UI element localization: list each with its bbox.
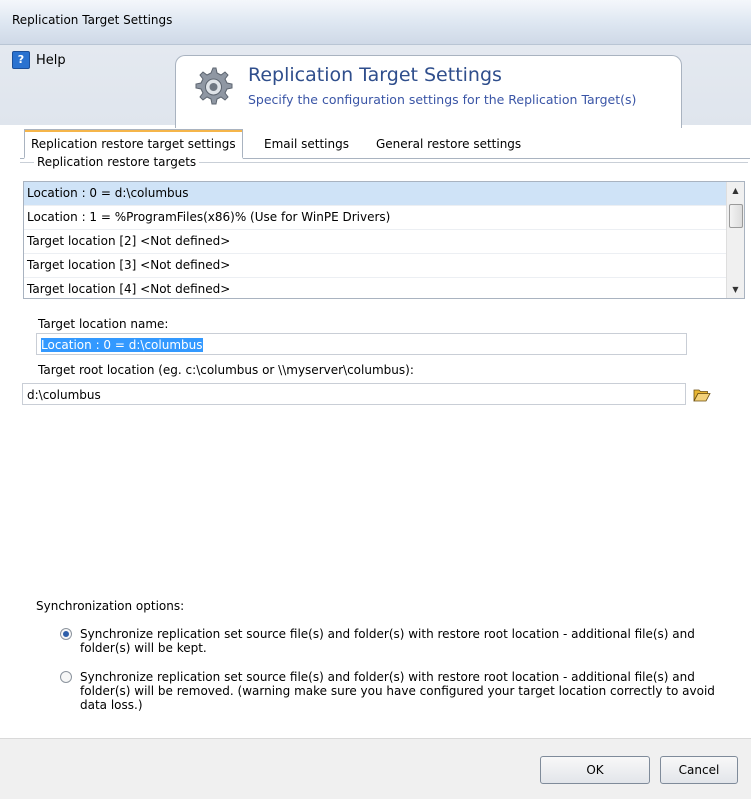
folder-open-icon[interactable] xyxy=(693,387,711,402)
sync-option-keep[interactable]: Synchronize replication set source file(… xyxy=(60,627,730,655)
title-bar: Replication Target Settings xyxy=(0,0,751,45)
dialog-footer: OK Cancel xyxy=(0,738,751,799)
target-root-location-input[interactable]: d:\columbus xyxy=(22,383,686,405)
header-subtitle: Specify the configuration settings for t… xyxy=(248,92,637,107)
list-item[interactable]: Location : 0 = d:\columbus xyxy=(24,182,744,206)
target-root-location-label: Target root location (eg. c:\columbus or… xyxy=(38,363,414,377)
header-panel: ? Help Replication Target Settings Speci… xyxy=(0,45,751,128)
target-location-name-value: Location : 0 = d:\columbus xyxy=(41,338,203,352)
ok-button[interactable]: OK xyxy=(540,756,650,784)
sync-options-label: Synchronization options: xyxy=(36,599,185,613)
scroll-down-arrow-icon[interactable]: ▼ xyxy=(727,281,744,298)
help-button[interactable]: ? Help xyxy=(12,51,66,69)
target-location-name-input[interactable]: Location : 0 = d:\columbus xyxy=(36,333,687,355)
target-location-name-label: Target location name: xyxy=(38,317,169,331)
list-scrollbar[interactable]: ▲ ▼ xyxy=(726,182,744,298)
radio-remove[interactable] xyxy=(60,671,72,683)
sync-option-remove[interactable]: Synchronize replication set source file(… xyxy=(60,670,730,712)
sync-option-keep-text: Synchronize replication set source file(… xyxy=(80,627,695,655)
radio-keep[interactable] xyxy=(60,628,72,640)
list-item[interactable]: Location : 1 = %ProgramFiles(x86)% (Use … xyxy=(24,206,744,230)
restore-targets-group-label: Replication restore targets xyxy=(34,155,200,169)
restore-targets-list[interactable]: Location : 0 = d:\columbus Location : 1 … xyxy=(23,181,745,299)
tab-email-settings[interactable]: Email settings xyxy=(258,132,355,156)
help-icon: ? xyxy=(12,51,30,69)
sync-option-remove-text: Synchronize replication set source file(… xyxy=(80,670,715,712)
list-item[interactable]: Target location [2] <Not defined> xyxy=(24,230,744,254)
gear-icon xyxy=(195,67,233,105)
cancel-button[interactable]: Cancel xyxy=(660,756,738,784)
header-title: Replication Target Settings xyxy=(248,64,502,86)
window-title: Replication Target Settings xyxy=(12,13,173,27)
help-label: Help xyxy=(36,52,66,68)
tab-general-restore-settings[interactable]: General restore settings xyxy=(370,132,527,156)
list-item[interactable]: Target location [3] <Not defined> xyxy=(24,254,744,278)
scroll-up-arrow-icon[interactable]: ▲ xyxy=(727,182,744,199)
list-item[interactable]: Target location [4] <Not defined> xyxy=(24,278,744,298)
header-tab: Replication Target Settings Specify the … xyxy=(175,55,682,128)
scroll-thumb[interactable] xyxy=(729,204,743,228)
